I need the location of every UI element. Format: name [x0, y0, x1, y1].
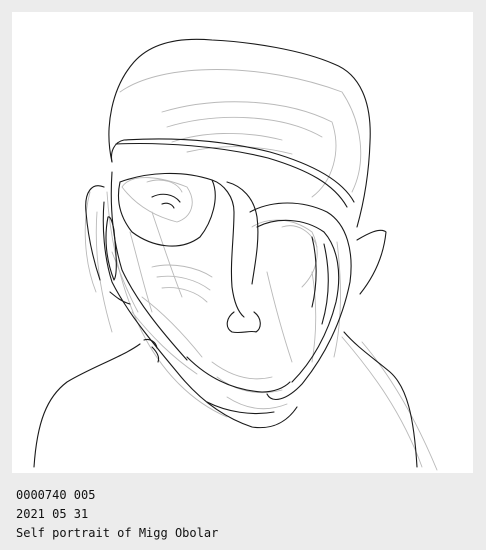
artwork-title: Self portrait of Migg Obolar [16, 526, 219, 540]
main-sketch-lines [33, 38, 418, 468]
artwork-image [12, 12, 473, 473]
catalog-number: 0000740 005 [16, 488, 96, 502]
portrait-drawing [33, 38, 438, 471]
faint-sketch-lines [84, 69, 438, 471]
date: 2021 05 31 [16, 507, 89, 521]
caption: 0000740 005 2021 05 31 Self portrait of … [16, 486, 218, 543]
